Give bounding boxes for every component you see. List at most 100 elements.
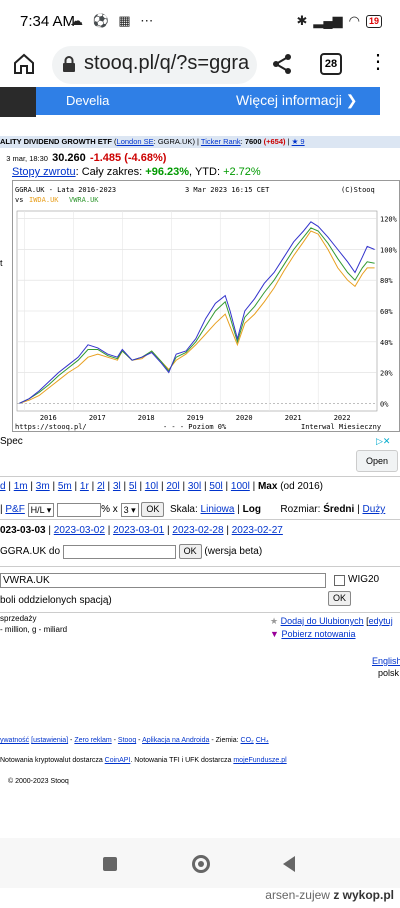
footer-links: ywatność [ustawienia] - Zero reklam - St… — [0, 737, 269, 744]
scale-linear-link[interactable]: Liniowa — [201, 504, 235, 515]
stars-link[interactable]: ★ 9 — [292, 137, 305, 146]
kebab-menu-icon[interactable]: ⋮ — [368, 52, 388, 72]
range-10l[interactable]: 10l — [145, 481, 158, 492]
signal-icon: ▂▄▆ — [313, 13, 343, 28]
stock-header: ALITY DIVIDEND GROWTH ETF (London SE: GG… — [0, 136, 400, 148]
info-section: sprzedaży - million, g - miliard ★ Dodaj… — [0, 614, 400, 678]
date-link[interactable]: 2023-03-02 — [54, 525, 105, 536]
lock-icon — [63, 56, 75, 72]
range-30l[interactable]: 30l — [188, 481, 201, 492]
adchoices-icon[interactable]: ▷✕ — [376, 436, 390, 447]
watermark-site: z wykop.pl — [333, 888, 394, 902]
wifi-icon: ◠ — [348, 13, 360, 28]
price-chart[interactable]: 0% 20% 40% 60% 80% 100% 120% 2016 2017 2018 2019 20… — [12, 180, 400, 432]
google-ad[interactable]: Spec ▷✕ Open — [0, 434, 400, 476]
english-link[interactable]: English — [372, 656, 400, 666]
pf-ok-button[interactable]: OK — [141, 502, 165, 517]
compare-input[interactable] — [62, 544, 176, 559]
ch4-link[interactable]: CH₄ — [256, 737, 269, 744]
legend-entry: IWDA.UK — [29, 196, 59, 204]
download-quotes-link[interactable]: Pobierz notowania — [281, 629, 355, 639]
ad-bar[interactable]: Develia Więcej informacji ❯ — [36, 87, 380, 115]
range-selector: d | 1m | 3m | 5m | 1r | 2l | 3l | 5l | 1… — [0, 481, 324, 492]
range-100l[interactable]: 100l — [231, 481, 250, 492]
ad-banner[interactable]: Develia Więcej informacji ❯ — [0, 87, 400, 117]
x-tick-label: 2020 — [236, 414, 253, 422]
date-row: 023-03-03 | 2023-03-02 | 2023-03-01 | 20… — [0, 525, 283, 536]
market-link[interactable]: London SE — [117, 137, 154, 146]
multi-symbol-row: VWRA.UK WIG20 OK boli oddzielonych spacj… — [0, 573, 400, 609]
back-icon[interactable] — [283, 856, 295, 872]
privacy-link[interactable]: ywatność — [0, 737, 29, 744]
y-tick-label: 80% — [380, 277, 393, 285]
tab-switcher-button[interactable]: 28 — [320, 53, 342, 75]
compare-note: (wersja beta) — [204, 546, 263, 558]
ad-image — [0, 87, 36, 117]
earth-label: - Ziemia: — [211, 737, 239, 744]
range-50l[interactable]: 50l — [209, 481, 222, 492]
scale-log: Log — [242, 504, 261, 516]
share-icon[interactable] — [270, 52, 294, 76]
multiplier-select[interactable]: 3 ▾ — [120, 502, 139, 517]
range-5m[interactable]: 5m — [58, 481, 72, 492]
quote-price: 30.260 — [52, 152, 86, 164]
address-bar[interactable]: stooq.pl/q/?s=ggra — [52, 46, 257, 84]
range-5l[interactable]: 5l — [129, 481, 137, 492]
ticker-rank-link[interactable]: Ticker Rank — [201, 137, 241, 146]
no-ads-link[interactable]: Zero reklam — [74, 737, 111, 744]
android-nav-bar — [0, 838, 400, 888]
x-tick-label: 2021 — [285, 414, 302, 422]
watermark-user: arsen-zujew — [265, 888, 330, 902]
range-max[interactable]: Max — [258, 481, 277, 492]
settings-link[interactable]: [ustawienia] — [31, 737, 68, 744]
ad-more-link[interactable]: Więcej informacji ❯ — [236, 92, 357, 109]
browser-toolbar: stooq.pl/q/?s=ggra 28 ⋮ — [0, 44, 400, 86]
range-first[interactable]: d — [0, 481, 6, 492]
multi-symbol-input[interactable]: VWRA.UK — [0, 573, 326, 588]
range-1r[interactable]: 1r — [80, 481, 89, 492]
divider — [0, 566, 400, 567]
pf-percent-input[interactable] — [57, 502, 102, 517]
x-tick-label: 2019 — [187, 414, 204, 422]
range-3m[interactable]: 3m — [36, 481, 50, 492]
recents-icon[interactable] — [103, 857, 117, 871]
chart-svg: 0% 20% 40% 60% 80% 100% 120% 2016 2017 2018 2019 20… — [15, 186, 398, 431]
add-favorites-link[interactable]: Dodaj do Ulubionych — [281, 616, 364, 626]
bluetooth-icon: ✱ — [296, 13, 308, 28]
home-nav-icon[interactable] — [192, 855, 210, 873]
stooq-link[interactable]: Stooq — [118, 737, 136, 744]
size-large-link[interactable]: Duży — [362, 504, 385, 515]
pct-x-label: % x — [101, 504, 118, 516]
returns-row: Stopy zwrotu: Cały zakres: +96.23%, YTD:… — [12, 166, 261, 178]
range-2l[interactable]: 2l — [97, 481, 105, 492]
home-icon[interactable] — [12, 52, 36, 76]
android-app-link[interactable]: Aplikacja na Androida — [142, 737, 209, 744]
pf-link[interactable]: P&F — [5, 504, 24, 515]
returns-ytd-value: +2.72% — [223, 166, 261, 178]
date-link[interactable]: 2023-03-01 — [113, 525, 164, 536]
range-20l[interactable]: 20l — [166, 481, 179, 492]
co2-link[interactable]: CO₂ — [241, 737, 254, 744]
wig20-checkbox[interactable] — [334, 575, 345, 586]
chart-footer-url: https://stooq.pl/ — [15, 423, 87, 431]
footer: ywatność [ustawienia] - Zero reklam - St… — [0, 737, 400, 785]
compare-row: GGRA.UK do OK (wersja beta) — [0, 544, 262, 560]
returns-link[interactable]: Stopy zwrotu — [12, 166, 76, 178]
range-1m[interactable]: 1m — [14, 481, 28, 492]
coinapi-link[interactable]: CoinAPI — [105, 757, 131, 764]
range-3l[interactable]: 3l — [113, 481, 121, 492]
multi-ok-button[interactable]: OK — [328, 591, 352, 606]
ad-open-button[interactable]: Open — [356, 450, 398, 472]
mojefundusze-link[interactable]: mojeFundusze.pl — [233, 757, 286, 764]
date-link[interactable]: 2023-02-28 — [172, 525, 223, 536]
compare-ok-button[interactable]: OK — [178, 544, 202, 559]
edit-link[interactable]: edytuj — [369, 616, 393, 626]
chart-footer-interval: Interwal Miesieczny — [301, 423, 381, 431]
ticker-rank-change: (+654) — [263, 137, 286, 146]
ticker-rank-value: 7600 — [244, 137, 262, 146]
quote-time: 3 mar, 18:30 — [6, 154, 48, 163]
pf-select[interactable]: H/L ▾ — [27, 502, 55, 517]
language-english: English — [372, 656, 400, 666]
copyright: © 2000-2023 Stooq — [8, 778, 69, 785]
date-link[interactable]: 2023-02-27 — [232, 525, 283, 536]
